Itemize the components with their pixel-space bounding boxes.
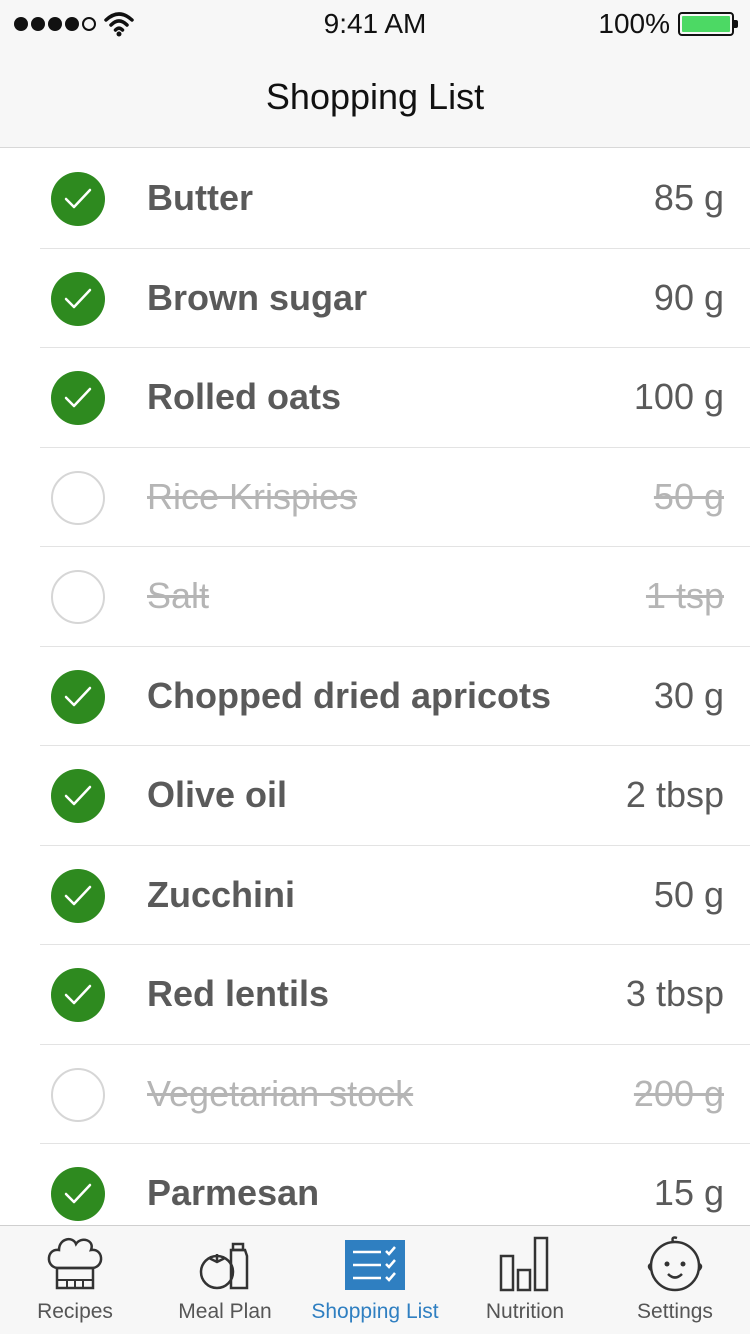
tab-label-nutrition: Nutrition <box>485 1300 565 1323</box>
tab-recipes[interactable]: Recipes <box>0 1226 150 1334</box>
page-title: Shopping List <box>265 76 485 117</box>
checkmark-icon <box>64 984 92 1005</box>
tab-label-meal-plan: Meal Plan <box>178 1300 272 1323</box>
item-quantity: 1 tsp <box>645 575 724 616</box>
tab-meal-plan[interactable]: Meal Plan <box>150 1226 300 1334</box>
list-item[interactable]: Butter 85 g <box>0 149 750 249</box>
navigation-bar: Shopping List <box>0 48 750 148</box>
checked-checkbox[interactable] <box>51 271 105 326</box>
list-item[interactable]: Rice Krispies 50 g <box>0 448 750 548</box>
item-name: Brown sugar <box>147 276 368 318</box>
list-item[interactable]: Rolled oats 100 g <box>0 348 750 448</box>
checkmark-icon <box>64 288 92 308</box>
item-name: Zucchini <box>147 873 296 915</box>
checkmark-icon <box>64 686 92 706</box>
status-bar: 9:41 AM 100% <box>0 0 750 48</box>
tab-nutrition[interactable]: Nutrition <box>450 1226 600 1334</box>
tab-label-shopping-list: Shopping List <box>311 1300 439 1323</box>
item-quantity: 50 g <box>653 873 724 915</box>
shopping-list: Butter 85 g Brown sugar 90 g Rolled oats 100 … <box>0 149 750 1225</box>
checkmark-icon <box>64 785 92 806</box>
list-item[interactable]: Zucchini 50 g <box>0 846 750 946</box>
tab-shopping-list[interactable]: Shopping List <box>300 1226 450 1334</box>
item-name: Salt <box>147 575 210 616</box>
list-item[interactable]: Parmesan 15 g <box>0 1144 750 1225</box>
item-quantity: 2 tbsp <box>625 774 724 815</box>
checked-checkbox[interactable] <box>51 769 105 823</box>
list-item[interactable]: Olive oil 2 tbsp <box>0 746 750 846</box>
item-name: Parmesan <box>147 1172 320 1213</box>
item-quantity: 30 g <box>653 674 724 716</box>
item-name: Olive oil <box>147 774 288 815</box>
item-quantity: 3 tbsp <box>625 973 724 1014</box>
item-quantity: 100 g <box>633 376 724 417</box>
battery-percentage: 100% <box>598 8 670 39</box>
battery-icon <box>678 12 738 36</box>
checkmark-icon <box>64 188 92 209</box>
item-name: Rolled oats <box>147 376 342 417</box>
checked-checkbox[interactable] <box>51 371 105 425</box>
tomato-bottle-icon <box>199 1242 249 1290</box>
checked-checkbox[interactable] <box>51 1167 105 1221</box>
checkmark-icon <box>64 1183 92 1204</box>
item-quantity: 90 g <box>653 276 724 318</box>
checked-checkbox[interactable] <box>51 669 105 724</box>
baby-face-icon <box>647 1236 703 1292</box>
checklist-icon <box>345 1240 405 1290</box>
item-name: Vegetarian stock <box>147 1072 414 1114</box>
tab-bar: Recipes Meal Plan Shopping List Nutritio… <box>0 1225 750 1334</box>
item-name: Red lentils <box>147 973 330 1014</box>
checked-checkbox[interactable] <box>51 868 105 923</box>
item-quantity: 50 g <box>653 475 724 517</box>
checkmark-icon <box>64 387 92 408</box>
list-item[interactable]: Vegetarian stock 200 g <box>0 1045 750 1145</box>
tab-label-recipes: Recipes <box>37 1300 113 1323</box>
item-name: Rice Krispies <box>147 475 358 517</box>
unchecked-checkbox[interactable] <box>51 470 105 525</box>
item-quantity: 200 g <box>633 1072 724 1114</box>
item-quantity: 15 g <box>653 1172 724 1213</box>
list-item[interactable]: Red lentils 3 tbsp <box>0 945 750 1045</box>
list-item[interactable]: Chopped dried apricots 30 g <box>0 647 750 747</box>
item-quantity: 85 g <box>653 177 724 218</box>
item-name: Chopped dried apricots <box>147 674 552 716</box>
chef-hat-icon <box>47 1237 103 1290</box>
checkmark-icon <box>64 885 92 905</box>
list-item[interactable]: Brown sugar 90 g <box>0 249 750 349</box>
bar-chart-icon <box>499 1236 549 1292</box>
item-name: Butter <box>147 177 253 218</box>
checked-checkbox[interactable] <box>51 172 105 226</box>
list-item[interactable]: Salt 1 tsp <box>0 547 750 647</box>
checked-checkbox[interactable] <box>51 968 105 1022</box>
tab-settings[interactable]: Settings <box>600 1226 750 1334</box>
unchecked-checkbox[interactable] <box>51 1067 105 1122</box>
tab-label-settings: Settings <box>637 1300 713 1323</box>
unchecked-checkbox[interactable] <box>51 570 105 624</box>
